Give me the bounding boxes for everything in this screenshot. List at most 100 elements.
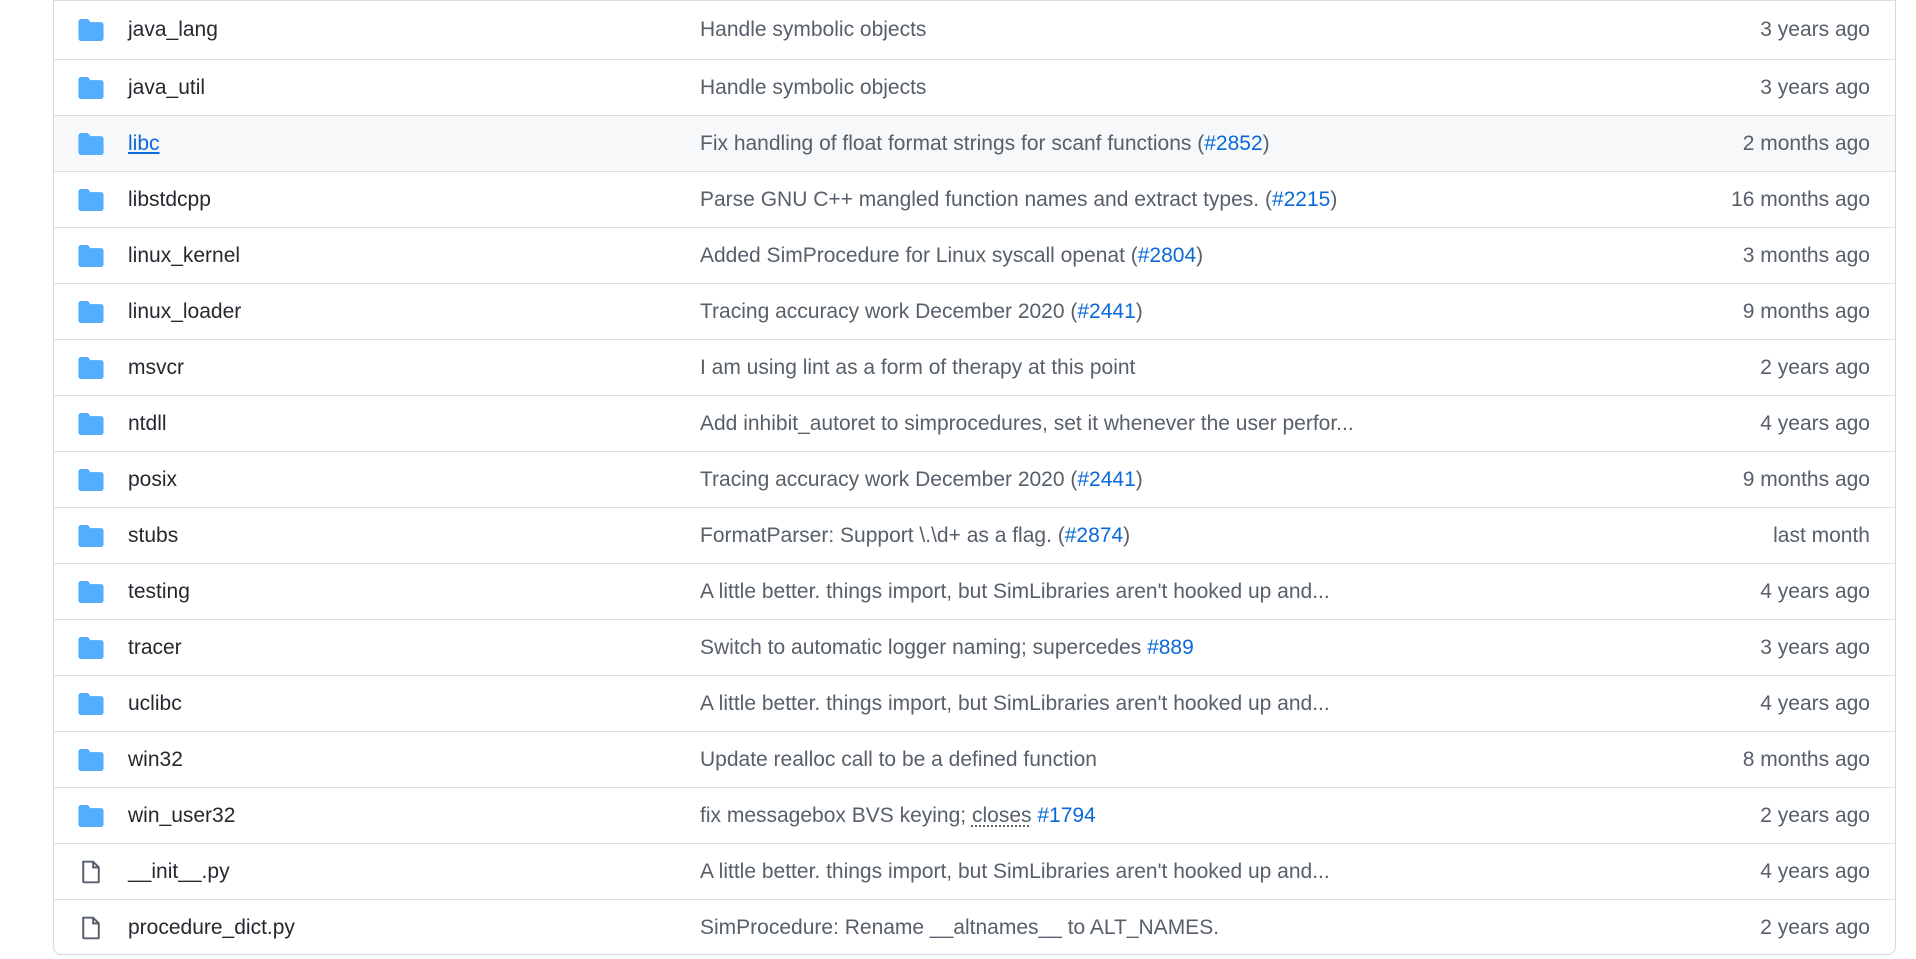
commit-message-link[interactable]: Update realloc call to be a defined func… xyxy=(700,748,1097,772)
commit-message-text[interactable]: I am using lint as a form of therapy at … xyxy=(700,356,1135,379)
closes-keyword[interactable]: closes xyxy=(972,804,1032,827)
commit-message-text[interactable]: Parse GNU C++ mangled function names and… xyxy=(700,188,1272,211)
file-list: java_lang Handle symbolic objects 3 year… xyxy=(53,0,1896,955)
file-name-link[interactable]: ntdll xyxy=(128,412,167,436)
commit-message-link[interactable]: Tracing accuracy work December 2020 (#24… xyxy=(700,468,1143,492)
file-row[interactable]: win32 Update realloc call to be a define… xyxy=(54,731,1895,787)
file-name-link[interactable]: linux_kernel xyxy=(128,244,240,268)
commit-message-link[interactable]: Parse GNU C++ mangled function names and… xyxy=(700,188,1337,212)
file-name-link[interactable]: tracer xyxy=(128,636,182,660)
commit-message-suffix: ) xyxy=(1196,243,1204,267)
pull-request-link[interactable]: #889 xyxy=(1147,636,1194,659)
pull-request-link[interactable]: #2441 xyxy=(1077,468,1135,491)
file-row[interactable]: java_lang Handle symbolic objects 3 year… xyxy=(54,0,1895,59)
file-icon xyxy=(78,916,104,940)
commit-age: 2 years ago xyxy=(1760,355,1870,379)
folder-icon xyxy=(78,244,104,268)
file-row[interactable]: posix Tracing accuracy work December 202… xyxy=(54,451,1895,507)
commit-message-text[interactable]: Tracing accuracy work December 2020 ( xyxy=(700,468,1077,491)
commit-message-text[interactable]: fix messagebox BVS keying; xyxy=(700,804,972,827)
file-row[interactable]: msvcr I am using lint as a form of thera… xyxy=(54,339,1895,395)
commit-age: 4 years ago xyxy=(1760,859,1870,883)
file-name-link[interactable]: linux_loader xyxy=(128,300,241,324)
commit-message-text[interactable]: SimProcedure: Rename __altnames__ to ALT… xyxy=(700,916,1219,939)
folder-icon xyxy=(78,188,104,212)
pull-request-link[interactable]: #2804 xyxy=(1138,244,1196,267)
file-row[interactable]: testing A little better. things import, … xyxy=(54,563,1895,619)
commit-message-suffix: ) xyxy=(1330,187,1338,211)
file-name-link[interactable]: __init__.py xyxy=(128,860,230,884)
file-name-link[interactable]: stubs xyxy=(128,524,178,548)
file-row[interactable]: uclibc A little better. things import, b… xyxy=(54,675,1895,731)
commit-message-link[interactable]: I am using lint as a form of therapy at … xyxy=(700,356,1135,380)
file-name-link[interactable]: testing xyxy=(128,580,190,604)
commit-age: last month xyxy=(1773,523,1870,547)
file-row[interactable]: libc Fix handling of float format string… xyxy=(54,115,1895,171)
file-name-link[interactable]: posix xyxy=(128,468,177,492)
commit-message-link[interactable]: Tracing accuracy work December 2020 (#24… xyxy=(700,300,1143,324)
commit-message-text[interactable]: Tracing accuracy work December 2020 ( xyxy=(700,300,1077,323)
folder-icon xyxy=(78,300,104,324)
file-name-link[interactable]: procedure_dict.py xyxy=(128,916,295,940)
file-row[interactable]: linux_loader Tracing accuracy work Decem… xyxy=(54,283,1895,339)
file-name-link[interactable]: libstdcpp xyxy=(128,188,211,212)
file-name-link[interactable]: java_util xyxy=(128,76,205,100)
commit-message-text[interactable]: Handle symbolic objects xyxy=(700,18,926,41)
commit-age: 8 months ago xyxy=(1742,747,1870,771)
commit-message-text[interactable]: A little better. things import, but SimL… xyxy=(700,692,1330,715)
commit-message-text[interactable]: FormatParser: Support \.\d+ as a flag. ( xyxy=(700,524,1065,547)
commit-age: 16 months ago xyxy=(1731,187,1870,211)
folder-icon xyxy=(78,524,104,548)
pull-request-link[interactable]: #1794 xyxy=(1037,804,1095,827)
file-name-link[interactable]: libc xyxy=(128,132,160,156)
commit-message-link[interactable]: A little better. things import, but SimL… xyxy=(700,692,1330,716)
commit-message-text[interactable]: A little better. things import, but SimL… xyxy=(700,860,1330,883)
file-name-link[interactable]: win32 xyxy=(128,748,183,772)
commit-message-text[interactable]: Add inhibit_autoret to simprocedures, se… xyxy=(700,412,1354,435)
commit-message-text[interactable]: Fix handling of float format strings for… xyxy=(700,132,1204,155)
commit-age: 2 months ago xyxy=(1742,131,1870,155)
file-name-link[interactable]: win_user32 xyxy=(128,804,235,828)
file-row[interactable]: tracer Switch to automatic logger naming… xyxy=(54,619,1895,675)
commit-message-link[interactable]: Added SimProcedure for Linux syscall ope… xyxy=(700,244,1203,268)
file-row[interactable]: libstdcpp Parse GNU C++ mangled function… xyxy=(54,171,1895,227)
commit-message-suffix: ) xyxy=(1135,299,1143,323)
pull-request-link[interactable]: #2874 xyxy=(1065,524,1123,547)
commit-message-text[interactable]: Switch to automatic logger naming; super… xyxy=(700,636,1147,659)
pull-request-link[interactable]: #2441 xyxy=(1077,300,1135,323)
commit-message-suffix: ) xyxy=(1123,523,1131,547)
commit-message-text[interactable]: Added SimProcedure for Linux syscall ope… xyxy=(700,244,1138,267)
pull-request-link[interactable]: #2852 xyxy=(1204,132,1262,155)
file-row[interactable]: procedure_dict.py SimProcedure: Rename _… xyxy=(54,899,1895,954)
file-row[interactable]: win_user32 fix messagebox BVS keying; cl… xyxy=(54,787,1895,843)
folder-icon xyxy=(78,356,104,380)
pull-request-link[interactable]: #2215 xyxy=(1272,188,1330,211)
file-name-link[interactable]: uclibc xyxy=(128,692,182,716)
commit-message-text[interactable]: Handle symbolic objects xyxy=(700,76,926,99)
commit-age: 3 years ago xyxy=(1760,18,1870,41)
file-row[interactable]: __init__.py A little better. things impo… xyxy=(54,843,1895,899)
file-name-link[interactable]: java_lang xyxy=(128,18,218,42)
commit-message-text[interactable]: Update realloc call to be a defined func… xyxy=(700,748,1097,771)
commit-message-link[interactable]: Fix handling of float format strings for… xyxy=(700,132,1270,156)
file-row[interactable]: ntdll Add inhibit_autoret to simprocedur… xyxy=(54,395,1895,451)
folder-icon xyxy=(78,580,104,604)
commit-age: 3 months ago xyxy=(1742,243,1870,267)
file-row[interactable]: stubs FormatParser: Support \.\d+ as a f… xyxy=(54,507,1895,563)
folder-icon xyxy=(78,412,104,436)
commit-message-link[interactable]: A little better. things import, but SimL… xyxy=(700,580,1330,604)
file-name-link[interactable]: msvcr xyxy=(128,356,184,380)
folder-icon xyxy=(78,18,104,42)
file-row[interactable]: linux_kernel Added SimProcedure for Linu… xyxy=(54,227,1895,283)
file-row[interactable]: java_util Handle symbolic objects 3 year… xyxy=(54,59,1895,115)
commit-message-link[interactable]: Switch to automatic logger naming; super… xyxy=(700,636,1194,660)
commit-message-link[interactable]: fix messagebox BVS keying; closes #1794 xyxy=(700,804,1096,828)
commit-age: 3 years ago xyxy=(1760,75,1870,99)
commit-message-link[interactable]: Handle symbolic objects xyxy=(700,18,926,42)
commit-message-link[interactable]: A little better. things import, but SimL… xyxy=(700,860,1330,884)
commit-message-link[interactable]: Handle symbolic objects xyxy=(700,76,926,100)
commit-message-link[interactable]: Add inhibit_autoret to simprocedures, se… xyxy=(700,412,1354,436)
commit-message-link[interactable]: SimProcedure: Rename __altnames__ to ALT… xyxy=(700,916,1219,940)
commit-message-link[interactable]: FormatParser: Support \.\d+ as a flag. (… xyxy=(700,524,1130,548)
commit-message-text[interactable]: A little better. things import, but SimL… xyxy=(700,580,1330,603)
